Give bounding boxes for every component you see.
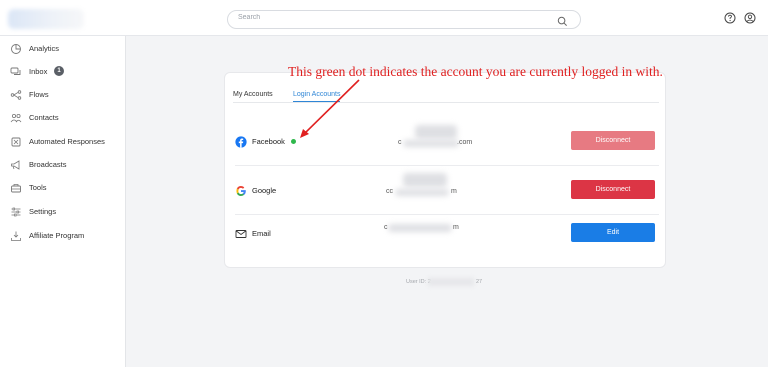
google-icon bbox=[235, 184, 247, 196]
sidebar-item-label: Flows bbox=[29, 90, 49, 99]
redacted-account-id bbox=[388, 224, 452, 232]
disconnect-google-button[interactable]: Disconnect bbox=[571, 180, 655, 199]
top-bar bbox=[0, 0, 768, 36]
sidebar-item-flows[interactable]: Flows bbox=[0, 84, 126, 104]
tools-icon bbox=[10, 181, 22, 193]
tab-bar: My Accounts Login Accounts bbox=[233, 89, 659, 103]
contacts-icon bbox=[10, 111, 22, 123]
row-divider bbox=[235, 165, 659, 166]
sidebar: Analytics Inbox 1 Flows Contacts Automat… bbox=[0, 36, 126, 367]
row-divider bbox=[235, 214, 659, 215]
sidebar-item-label: Affiliate Program bbox=[29, 231, 85, 240]
annotation-text: This green dot indicates the account you… bbox=[288, 64, 663, 79]
search-icon[interactable] bbox=[557, 14, 568, 26]
sidebar-item-broadcasts[interactable]: Broadcasts bbox=[0, 154, 126, 174]
sidebar-item-label: Analytics bbox=[29, 44, 60, 53]
sidebar-item-affiliate-program[interactable]: Affiliate Program bbox=[0, 225, 126, 245]
edit-email-button[interactable]: Edit bbox=[571, 223, 655, 242]
affiliate-icon bbox=[10, 229, 22, 241]
account-row-google: Google bbox=[235, 184, 276, 196]
redacted-account-id bbox=[395, 189, 449, 196]
account-id-end: m bbox=[451, 188, 457, 195]
account-id-start: c bbox=[398, 139, 402, 146]
disconnect-facebook-button[interactable]: Disconnect bbox=[571, 131, 655, 150]
sidebar-item-inbox[interactable]: Inbox 1 bbox=[0, 61, 126, 81]
user-id-end: 27 bbox=[476, 279, 483, 285]
accounts-card: My Accounts Login Accounts Facebook c .c… bbox=[224, 72, 666, 268]
search-bar[interactable] bbox=[227, 10, 581, 29]
help-icon[interactable] bbox=[724, 11, 736, 24]
redacted-account-id bbox=[403, 173, 447, 187]
account-id-end: .com bbox=[457, 139, 473, 146]
tab-my-accounts[interactable]: My Accounts bbox=[233, 91, 273, 98]
unread-badge: 1 bbox=[54, 66, 64, 76]
sidebar-item-analytics[interactable]: Analytics bbox=[0, 38, 126, 58]
sidebar-item-tools[interactable]: Tools bbox=[0, 177, 126, 197]
flows-icon bbox=[10, 88, 22, 100]
broadcasts-icon bbox=[10, 158, 22, 170]
account-name: Facebook bbox=[252, 136, 285, 146]
automated-responses-icon bbox=[10, 135, 22, 147]
email-icon bbox=[235, 227, 247, 239]
account-row-email: Email bbox=[235, 227, 271, 239]
redacted-account-id bbox=[403, 140, 459, 147]
account-icon[interactable] bbox=[744, 11, 756, 24]
redacted-user-id bbox=[428, 278, 474, 286]
sidebar-item-label: Contacts bbox=[29, 113, 59, 122]
sidebar-item-settings[interactable]: Settings bbox=[0, 201, 126, 221]
account-id-start: c bbox=[384, 224, 388, 231]
inbox-icon bbox=[10, 65, 22, 77]
facebook-icon bbox=[235, 135, 247, 148]
sidebar-item-automated-responses[interactable]: Automated Responses bbox=[0, 131, 126, 151]
account-id-end: m bbox=[453, 224, 459, 231]
account-name: Email bbox=[252, 228, 271, 238]
sidebar-item-label: Settings bbox=[29, 207, 57, 216]
account-name: Google bbox=[252, 185, 277, 195]
sidebar-item-label: Inbox bbox=[29, 67, 48, 76]
logged-in-indicator bbox=[290, 138, 296, 144]
sidebar-item-contacts[interactable]: Contacts bbox=[0, 107, 126, 127]
search-input[interactable] bbox=[238, 14, 538, 21]
account-row-facebook: Facebook bbox=[235, 135, 296, 148]
tab-login-accounts[interactable]: Login Accounts bbox=[293, 91, 341, 102]
account-id-start: cc bbox=[386, 188, 393, 195]
analytics-icon bbox=[10, 42, 22, 54]
sidebar-item-label: Broadcasts bbox=[29, 160, 67, 169]
sidebar-item-label: Tools bbox=[29, 183, 47, 192]
logo[interactable] bbox=[8, 9, 84, 29]
sidebar-item-label: Automated Responses bbox=[29, 137, 105, 146]
settings-icon bbox=[10, 205, 22, 217]
redacted-account-id bbox=[415, 125, 457, 139]
